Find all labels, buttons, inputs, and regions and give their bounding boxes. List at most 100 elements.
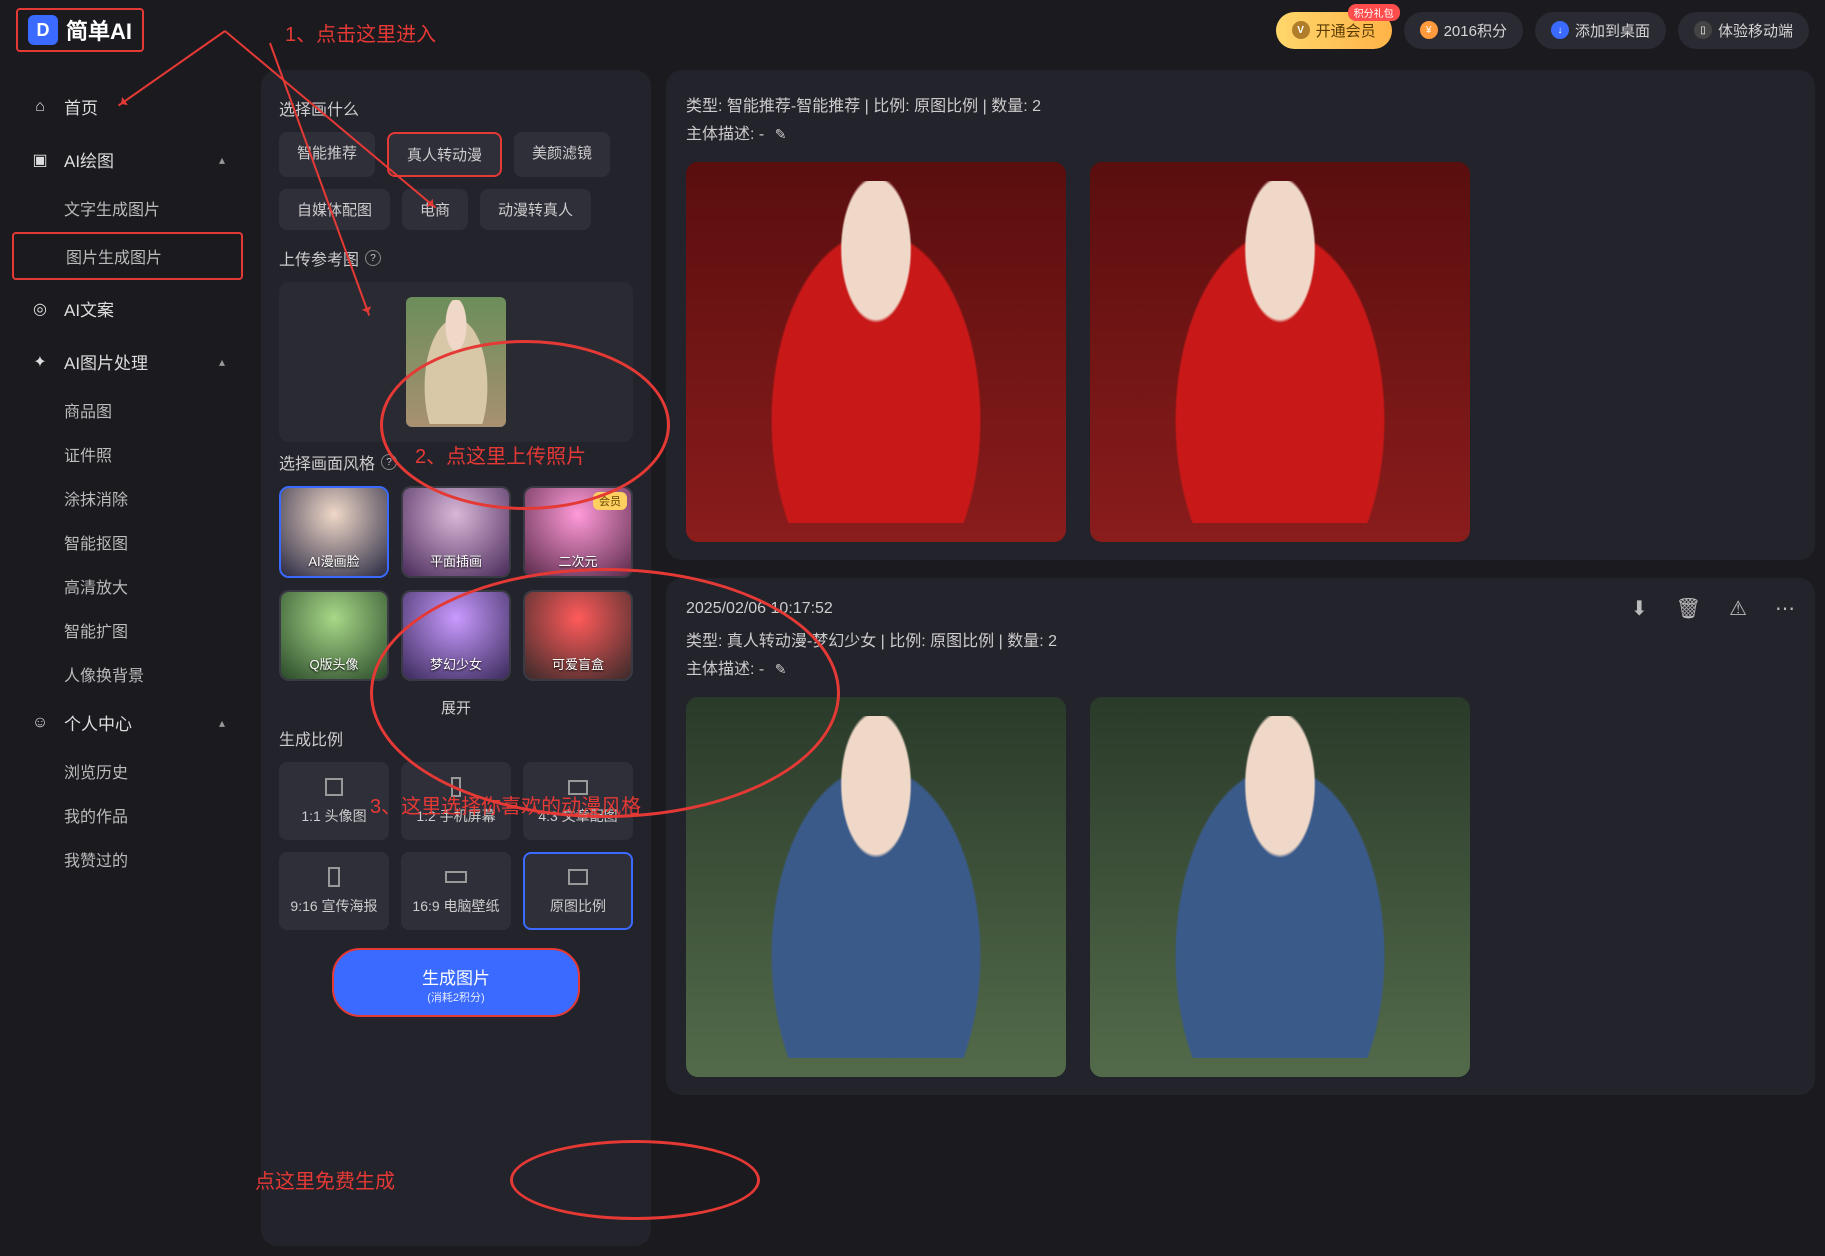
l: 高清放大 [64, 574, 128, 598]
nav-img2img-label: 图片生成图片 [66, 244, 162, 268]
gen-sub: (消耗2积分) [334, 989, 578, 1005]
ratio-label: 生成比例 [279, 726, 633, 750]
user-icon: ☺ [30, 713, 50, 733]
upload-thumbnail [406, 297, 506, 427]
ratio-1-1[interactable]: 1:1 头像图 [279, 762, 389, 840]
person-placeholder [743, 716, 1009, 1058]
desc-text: 主体描述: - [686, 661, 764, 678]
generate-button[interactable]: 生成图片 (消耗2积分) [332, 948, 580, 1017]
help-icon[interactable]: ? [381, 454, 397, 470]
desktop-label: 添加到桌面 [1575, 20, 1650, 41]
nav-personal[interactable]: ☺ 个人中心 ▴ [0, 696, 255, 749]
text-icon: ◎ [30, 299, 50, 319]
nav-ai-draw[interactable]: ▣ AI绘图 ▴ [0, 133, 255, 186]
nav-ai-draw-label: AI绘图 [64, 147, 114, 172]
nav-ai-text[interactable]: ◎ AI文案 [0, 282, 255, 335]
style-dream[interactable]: 梦幻少女 [401, 590, 511, 682]
nav-erase[interactable]: 涂抹消除 [0, 476, 255, 520]
chevron-up-icon: ▴ [219, 355, 225, 369]
nav-cutout[interactable]: 智能抠图 [0, 520, 255, 564]
more-icon[interactable]: ⋯ [1775, 596, 1795, 621]
style-label-text: 选择画面风格 [279, 450, 375, 474]
trash-icon[interactable]: 🗑 [1676, 596, 1701, 621]
style-flat[interactable]: 平面插画 [401, 486, 511, 578]
nav-img2img[interactable]: 图片生成图片 [12, 232, 243, 280]
edit-icon[interactable]: ✎ [775, 126, 787, 142]
nav-home[interactable]: ⌂ 首页 [0, 80, 255, 133]
result-image[interactable] [686, 697, 1066, 1077]
add-desktop-button[interactable]: ↓ 添加到桌面 [1535, 12, 1666, 49]
nav-text2img[interactable]: 文字生成图片 [0, 186, 255, 230]
result-image[interactable] [686, 162, 1066, 542]
points-pill[interactable]: ¥ 2016积分 [1404, 12, 1523, 49]
rl: 4:3 文章配图 [538, 806, 617, 826]
ratio-icon [567, 776, 589, 798]
ratio-9-16[interactable]: 9:16 宣传海报 [279, 852, 389, 930]
tag-beauty[interactable]: 美颜滤镜 [514, 132, 610, 177]
vip-label: 开通会员 [1316, 20, 1376, 41]
nav-ai-text-label: AI文案 [64, 296, 114, 321]
result-image[interactable] [1090, 697, 1470, 1077]
upload-area[interactable] [279, 282, 633, 442]
sl: 梦幻少女 [430, 650, 482, 679]
ratio-4-3[interactable]: 4:3 文章配图 [523, 762, 633, 840]
ratio-icon [323, 866, 345, 888]
member-badge: 会员 [593, 492, 627, 510]
upload-label: 上传参考图 ? [279, 246, 633, 270]
result-card-2: 2025/02/06 10:17:52 ⬇ 🗑 ⚠ ⋯ 类型: 真人转动漫-梦幻… [666, 578, 1815, 1095]
l: 人像换背景 [64, 662, 144, 686]
download-icon[interactable]: ⬇ [1631, 596, 1648, 621]
sidebar: ⌂ 首页 ▣ AI绘图 ▴ 文字生成图片 图片生成图片 ◎ AI文案 ✦ AI图… [0, 60, 255, 1256]
download-icon: ↓ [1551, 21, 1569, 39]
sl: 平面插画 [430, 547, 482, 576]
edit-icon[interactable]: ✎ [775, 661, 787, 677]
nav-bg[interactable]: 人像换背景 [0, 652, 255, 696]
ratio-original[interactable]: 原图比例 [523, 852, 633, 930]
tag-real2anime[interactable]: 真人转动漫 [387, 132, 502, 177]
l: 智能抠图 [64, 530, 128, 554]
nav-img-proc[interactable]: ✦ AI图片处理 ▴ [0, 335, 255, 388]
tag-smart[interactable]: 智能推荐 [279, 132, 375, 177]
vip-button[interactable]: V 开通会员 积分礼包 [1276, 12, 1392, 49]
nav-liked[interactable]: 我赞过的 [0, 837, 255, 881]
nav-works[interactable]: 我的作品 [0, 793, 255, 837]
l: 涂抹消除 [64, 486, 128, 510]
gen-label: 生成图片 [334, 964, 578, 989]
logo[interactable]: D 简单AI [16, 8, 144, 52]
gift-badge: 积分礼包 [1348, 4, 1400, 21]
tag-anime2real[interactable]: 动漫转真人 [480, 189, 591, 230]
l: 智能扩图 [64, 618, 128, 642]
rl: 原图比例 [550, 896, 606, 916]
style-blind[interactable]: 可爱盲盒 [523, 590, 633, 682]
style-ai-manga[interactable]: AI漫画脸 [279, 486, 389, 578]
sl: 二次元 [558, 547, 597, 576]
ratio-1-2[interactable]: 1:2 手机屏幕 [401, 762, 511, 840]
coin-icon: ¥ [1420, 21, 1438, 39]
chevron-up-icon: ▴ [219, 716, 225, 730]
l: 我赞过的 [64, 847, 128, 871]
nav-upscale[interactable]: 高清放大 [0, 564, 255, 608]
nav-product[interactable]: 商品图 [0, 388, 255, 432]
nav-history[interactable]: 浏览历史 [0, 749, 255, 793]
results-panel: 类型: 智能推荐-智能推荐 | 比例: 原图比例 | 数量: 2 主体描述: -… [660, 60, 1825, 1256]
result-image[interactable] [1090, 162, 1470, 542]
mobile-button[interactable]: ▯ 体验移动端 [1678, 12, 1809, 49]
mobile-label: 体验移动端 [1718, 20, 1793, 41]
l: 浏览历史 [64, 759, 128, 783]
result-meta-type: 类型: 真人转动漫-梦幻少女 | 比例: 原图比例 | 数量: 2 [686, 627, 1795, 651]
style-2d[interactable]: 会员二次元 [523, 486, 633, 578]
ratio-icon [323, 776, 345, 798]
person-placeholder [1147, 181, 1413, 523]
expand-styles[interactable]: 展开 [279, 697, 633, 718]
help-icon[interactable]: ? [365, 250, 381, 266]
nav-expand[interactable]: 智能扩图 [0, 608, 255, 652]
phone-icon: ▯ [1694, 21, 1712, 39]
l: 证件照 [64, 442, 112, 466]
style-q[interactable]: Q版头像 [279, 590, 389, 682]
nav-idphoto[interactable]: 证件照 [0, 432, 255, 476]
ratio-icon [445, 776, 467, 798]
process-icon: ✦ [30, 352, 50, 372]
ratio-16-9[interactable]: 16:9 电脑壁纸 [401, 852, 511, 930]
what-label: 选择画什么 [279, 96, 633, 120]
warning-icon[interactable]: ⚠ [1729, 596, 1747, 621]
